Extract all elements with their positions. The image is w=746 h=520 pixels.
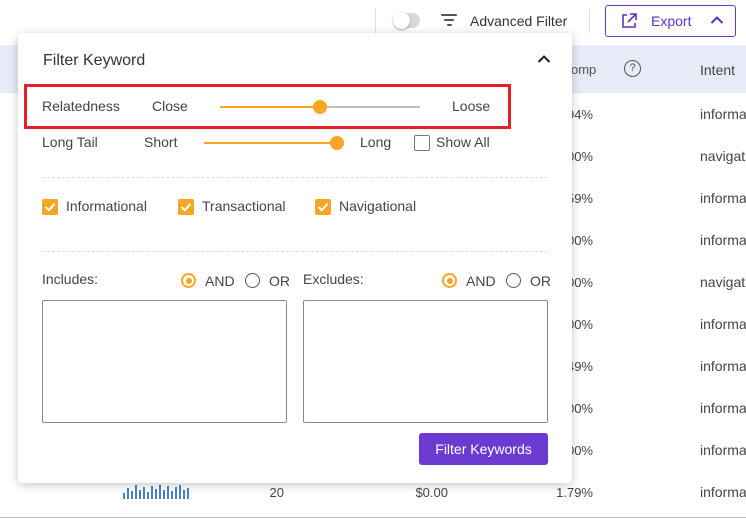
show-all-checkbox[interactable] [414,135,430,151]
intent-cell: informa [700,190,746,206]
includes-and-label[interactable]: AND [205,273,235,289]
intent-cell: navigat [700,148,746,164]
check-icon [317,203,329,212]
intent-cell: informa [700,232,746,248]
intent-cell: informa [700,358,746,374]
export-label: Export [651,13,692,29]
excludes-textarea[interactable] [303,300,548,423]
excludes-or-radio[interactable] [506,273,521,288]
toolbar-divider [589,9,590,33]
divider [42,177,548,178]
transactional-label[interactable]: Transactional [202,198,286,214]
competition-cell: 1.79% [556,485,593,500]
volume-cell: 20 [269,485,284,500]
long-tail-label: Long Tail [42,134,98,150]
chevron-up-icon [710,16,724,24]
long-tail-max-label: Long [360,134,392,150]
filter-lines-icon[interactable] [441,14,457,27]
intent-cell: navigat [700,274,746,290]
relatedness-label: Relatedness [42,98,120,114]
relatedness-min-label: Close [152,98,188,114]
includes-and-radio[interactable] [181,273,196,288]
includes-label: Includes: [42,271,99,287]
show-all-label[interactable]: Show All [436,134,490,150]
long-tail-slider[interactable] [204,135,344,151]
intent-cell: informa [700,400,746,416]
export-button[interactable]: Export [605,5,736,37]
slider-thumb[interactable] [330,136,344,150]
slider-thumb[interactable] [313,100,327,114]
check-icon [44,203,56,212]
slider-fill [204,142,337,144]
slider-fill [220,106,320,108]
excludes-and-label[interactable]: AND [466,273,496,289]
panel-title: Filter Keyword [43,52,146,69]
help-icon[interactable]: ? [624,60,641,77]
export-icon [622,13,637,28]
intent-cell: informa [700,316,746,332]
toggle-knob [393,12,410,29]
includes-textarea[interactable] [42,300,287,423]
filter-keywords-button[interactable]: Filter Keywords [419,433,548,465]
long-tail-min-label: Short [144,134,178,150]
excludes-and-radio[interactable] [442,273,457,288]
includes-or-label[interactable]: OR [269,273,290,289]
informational-checkbox[interactable] [42,199,58,215]
divider [42,251,548,252]
navigational-label[interactable]: Navigational [339,198,416,214]
intent-cell: informa [700,442,746,458]
column-header-competition[interactable]: omp [571,62,596,77]
intent-cell: informa [700,484,746,500]
includes-or-radio[interactable] [245,273,260,288]
intent-cell: informa [700,106,746,122]
informational-label[interactable]: Informational [66,198,147,214]
relatedness-max-label: Loose [452,98,491,114]
advanced-filter-button[interactable]: Advanced Filter [470,13,567,29]
navigational-checkbox[interactable] [315,199,331,215]
excludes-or-label[interactable]: OR [530,273,551,289]
trend-sparkline [123,485,189,499]
toolbar-divider [375,9,376,33]
toggle-switch[interactable] [393,12,420,29]
cpc-cell: $0.00 [415,485,448,500]
column-header-intent[interactable]: Intent [700,62,735,78]
transactional-checkbox[interactable] [178,199,194,215]
filter-keyword-panel: Filter Keyword Relatedness Close Loose L… [18,33,572,483]
table-bottom-border [0,517,746,518]
relatedness-slider[interactable] [220,99,420,115]
check-icon [180,203,192,212]
chevron-up-icon[interactable] [537,54,551,64]
excludes-label: Excludes: [303,271,364,287]
